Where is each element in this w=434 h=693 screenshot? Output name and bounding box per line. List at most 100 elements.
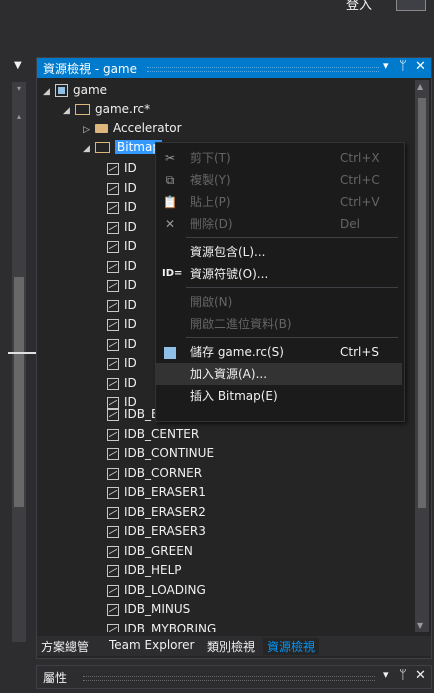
tab-class-view[interactable]: 類別檢視 xyxy=(207,638,255,655)
menu-item[interactable]: 📋 貼上(P) Ctrl+V xyxy=(156,191,402,213)
bitmap-item[interactable]: IDB_ERASER3 xyxy=(107,522,206,541)
tree-item-root[interactable]: ◢ game xyxy=(43,81,107,100)
bitmap-icon xyxy=(107,260,119,273)
bitmap-icon xyxy=(107,564,119,577)
close-icon[interactable]: ✕ xyxy=(415,668,426,683)
dropdown-arrow-icon[interactable]: ▼ xyxy=(14,60,22,71)
bitmap-icon xyxy=(107,603,119,616)
expand-icon[interactable]: ◢ xyxy=(83,140,95,159)
delete-icon: ✕ xyxy=(164,217,176,231)
bitmap-item-hidden[interactable]: ID xyxy=(107,218,137,237)
copy-icon: ⧉ xyxy=(165,173,175,187)
menu-item[interactable]: ✕ 刪除(D) Del xyxy=(156,213,402,235)
bitmap-item-hidden[interactable]: ID xyxy=(107,374,137,393)
menu-item[interactable]: 資源包含(L)... xyxy=(156,241,402,263)
folder-open-icon xyxy=(95,142,110,153)
menu-item-shortcut: Ctrl+V xyxy=(340,195,380,209)
menu-item-label: 加入資源(A)... xyxy=(190,367,268,381)
pin-icon[interactable]: ᛘ xyxy=(399,668,407,683)
bitmap-item-hidden[interactable]: ID xyxy=(107,179,137,198)
bitmap-icon xyxy=(107,545,119,558)
bitmap-item-hidden[interactable]: ID xyxy=(107,296,137,315)
bitmap-icon xyxy=(107,428,119,441)
tree-item-bitmap[interactable]: ◢ Bitmap xyxy=(83,138,162,157)
bitmap-item-hidden[interactable]: ID xyxy=(107,354,137,373)
bitmap-item[interactable]: IDB_LOADING xyxy=(107,581,206,600)
bitmap-item[interactable]: IDB_ERASER2 xyxy=(107,503,206,522)
paste-icon: 📋 xyxy=(162,195,178,209)
tree-scroll-thumb[interactable] xyxy=(418,98,426,508)
left-scrollbar[interactable]: ▾ ▴ xyxy=(8,82,40,642)
tree-item-rc[interactable]: ◢ game.rc* xyxy=(63,100,150,119)
bitmap-item[interactable]: IDB_GREEN xyxy=(107,542,193,561)
bitmap-item-hidden[interactable]: ID xyxy=(107,198,137,217)
bitmap-icon xyxy=(107,201,119,214)
menu-item-label: 資源符號(O)... xyxy=(190,267,269,281)
panel-title-bar[interactable]: 資源檢視 - game ▾ ᛘ ✕ xyxy=(37,58,431,78)
tab-solution-explorer[interactable]: 方案總管 xyxy=(41,638,89,655)
menu-item[interactable]: 開啟二進位資料(B) xyxy=(156,313,402,335)
folder-icon xyxy=(95,124,108,133)
toolbar-box[interactable] xyxy=(396,0,426,11)
close-icon[interactable]: ✕ xyxy=(415,59,426,74)
expand-icon[interactable]: ◢ xyxy=(63,102,75,121)
bitmap-item-hidden[interactable]: ID xyxy=(107,257,137,276)
bitmap-item-hidden[interactable]: ID xyxy=(107,237,137,256)
menu-item[interactable]: 加入資源(A)... xyxy=(156,363,402,385)
bitmap-item-hidden[interactable]: ID xyxy=(107,276,137,295)
menu-item-shortcut: Ctrl+S xyxy=(340,345,380,359)
bitmap-item[interactable]: IDB_MYBORING xyxy=(107,620,216,632)
project-icon xyxy=(55,84,68,97)
sign-in-label[interactable]: 登入 xyxy=(346,0,372,13)
menu-item[interactable]: ✂ 剪下(T) Ctrl+X xyxy=(156,147,402,169)
menu-item-label: 剪下(T) xyxy=(190,151,231,165)
bitmap-item-hidden[interactable]: ID xyxy=(107,335,137,354)
bitmap-icon xyxy=(107,240,119,253)
bitmap-icon xyxy=(107,584,119,597)
properties-panel-bar[interactable]: 屬性 ▾ ᛘ ✕ xyxy=(36,665,432,689)
bitmap-item[interactable]: IDB_HELP xyxy=(107,561,182,580)
bitmap-icon xyxy=(107,408,119,421)
scroll-up-icon[interactable]: ▴ xyxy=(12,110,26,124)
bitmap-item[interactable]: IDB_MINUS xyxy=(107,600,190,619)
menu-item[interactable]: 開啟(N) xyxy=(156,291,402,313)
bitmap-item[interactable]: IDB_CENTER xyxy=(107,425,199,444)
tree-item-accelerator[interactable]: ▷ Accelerator xyxy=(83,119,182,138)
cut-icon: ✂ xyxy=(164,151,176,165)
folder-open-icon xyxy=(75,104,90,115)
menu-item[interactable]: 插入 Bitmap(E) xyxy=(156,385,402,407)
tab-resource-view[interactable]: 資源檢視 xyxy=(263,638,320,655)
panel-title: 資源檢視 - game xyxy=(43,62,138,76)
dropdown-icon[interactable]: ▾ xyxy=(383,668,389,681)
pin-icon[interactable]: ᛘ xyxy=(399,59,407,74)
menu-item-label: 儲存 game.rc(S) xyxy=(190,345,284,359)
expand-icon[interactable]: ◢ xyxy=(43,83,55,102)
menu-item-shortcut: Del xyxy=(340,217,360,231)
menu-item-label: 貼上(P) xyxy=(190,195,231,209)
bitmap-item-hidden[interactable]: ID xyxy=(107,159,137,178)
bitmap-icon xyxy=(107,279,119,292)
tab-team-explorer[interactable]: Team Explorer xyxy=(109,638,195,652)
scroll-down-icon[interactable]: ▾ xyxy=(12,82,26,96)
bitmap-icon xyxy=(107,162,119,175)
left-scroll-thumb[interactable] xyxy=(14,277,24,507)
scroll-down-icon[interactable]: ▼ xyxy=(417,621,423,630)
bitmap-item-hidden[interactable]: ID xyxy=(107,315,137,334)
menu-item-shortcut: Ctrl+X xyxy=(340,151,380,165)
context-menu: ✂ 剪下(T) Ctrl+X ⧉ 複製(Y) Ctrl+C 📋 貼上(P) Ctrl+V ✕ 刪除(… xyxy=(155,142,405,422)
bitmap-icon xyxy=(107,377,119,390)
bitmap-icon xyxy=(107,506,119,519)
bitmap-icon xyxy=(107,467,119,480)
menu-item[interactable]: ⧉ 複製(Y) Ctrl+C xyxy=(156,169,402,191)
bitmap-icon xyxy=(107,525,119,538)
scroll-up-icon[interactable]: ▲ xyxy=(417,82,423,91)
bitmap-item[interactable]: IDB_CONTINUE xyxy=(107,444,214,463)
menu-item[interactable]: 儲存 game.rc(S) Ctrl+S xyxy=(156,341,402,363)
dropdown-icon[interactable]: ▾ xyxy=(383,59,389,72)
menu-item[interactable]: ID= 資源符號(O)... xyxy=(156,263,402,285)
bitmap-item[interactable]: IDB_ERASER1 xyxy=(107,483,206,502)
bitmap-icon xyxy=(107,338,119,351)
menu-item-label: 資源包含(L)... xyxy=(190,245,266,259)
bitmap-item[interactable]: IDB_CORNER xyxy=(107,464,202,483)
tree-scrollbar[interactable]: ▲ ▼ xyxy=(415,80,429,632)
